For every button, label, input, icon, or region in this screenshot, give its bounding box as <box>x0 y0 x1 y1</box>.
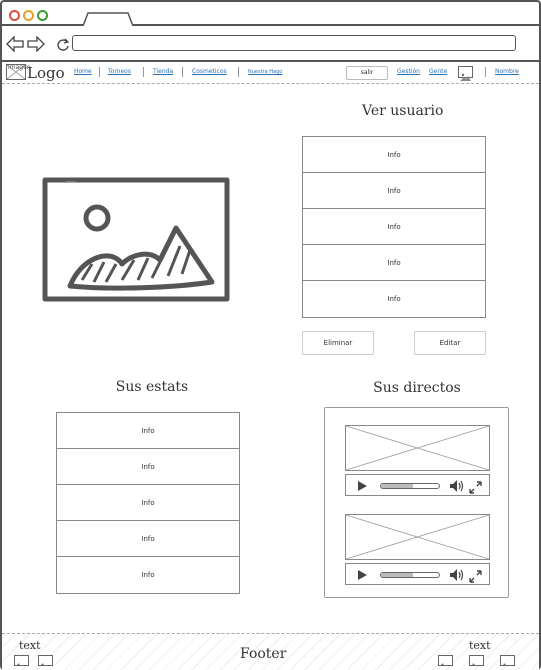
main-content: Ver usuario Info Info Info Info Info Eli… <box>2 85 539 633</box>
user-avatar-image-icon[interactable] <box>458 66 473 81</box>
play-icon[interactable] <box>358 481 367 491</box>
play-icon[interactable] <box>358 570 367 580</box>
list-item: Info <box>303 173 485 209</box>
volume-icon[interactable] <box>449 478 465 492</box>
forward-arrow-icon[interactable] <box>27 35 45 53</box>
video-progress-bar[interactable] <box>380 483 440 489</box>
close-window-icon[interactable] <box>9 10 20 21</box>
sus-estats-title: Sus estats <box>115 379 189 395</box>
back-arrow-icon[interactable] <box>6 35 24 53</box>
list-item: Info <box>387 295 401 303</box>
logo-image-icon: Imagen <box>6 64 31 80</box>
footer-image-icon[interactable] <box>14 655 29 666</box>
nav-separator <box>182 67 183 77</box>
footer-title: Footer <box>240 646 287 662</box>
list-item: Info <box>57 413 239 449</box>
browser-window: Imagen Logo Home Torneos Tienda Cosmetic… <box>0 0 541 670</box>
video-player-controls <box>345 563 490 585</box>
list-item: Info <box>303 209 485 245</box>
nav-link-gestion[interactable]: Gestión <box>397 68 420 75</box>
video-progress-fill <box>381 484 413 488</box>
minimize-window-icon[interactable] <box>23 10 34 21</box>
nav-link-torneos[interactable]: Torneos <box>108 68 131 75</box>
nav-separator <box>143 67 144 77</box>
nav-link-nombre[interactable]: Nombre <box>495 68 519 75</box>
video-placeholder[interactable] <box>345 514 490 560</box>
sus-directos-panel <box>324 407 509 598</box>
list-item: Info <box>57 485 239 521</box>
user-image-placeholder-icon <box>42 176 230 304</box>
fullscreen-icon[interactable] <box>469 568 482 583</box>
eliminar-button[interactable]: Eliminar <box>302 331 374 355</box>
list-item: Info <box>57 521 239 557</box>
browser-tab[interactable] <box>82 12 134 26</box>
nav-link-cosmeticos[interactable]: Cosmeticos <box>192 68 227 75</box>
sus-estats-list: Info Info Info Info Info <box>56 412 240 594</box>
title-bar <box>2 2 539 26</box>
nav-separator <box>99 67 100 77</box>
video-progress-fill <box>381 573 413 577</box>
nav-link-nuestra-hago[interactable]: Nuestra Hago <box>248 69 282 75</box>
nav-link-tienda[interactable]: Tienda <box>153 68 173 75</box>
footer-left-text: text <box>19 639 41 652</box>
editar-button[interactable]: Editar <box>414 331 486 355</box>
reload-icon[interactable] <box>56 37 70 51</box>
footer-image-icon[interactable] <box>438 655 453 666</box>
video-placeholder[interactable] <box>345 425 490 471</box>
video-progress-bar[interactable] <box>380 572 440 578</box>
video-player-controls <box>345 474 490 496</box>
footer-image-icon[interactable] <box>38 655 53 666</box>
nav-link-gente[interactable]: Gente <box>429 68 447 75</box>
address-bar <box>2 26 539 62</box>
sus-directos-title: Sus directos <box>373 380 461 396</box>
list-item: Info <box>141 571 155 579</box>
nav-link-home[interactable]: Home <box>74 68 92 75</box>
footer-image-icon[interactable] <box>469 655 484 666</box>
footer: text Footer text <box>2 633 539 670</box>
volume-icon[interactable] <box>449 567 465 581</box>
footer-image-icon[interactable] <box>500 655 515 666</box>
ver-usuario-title: Ver usuario <box>362 103 444 119</box>
site-navbar: Imagen Logo Home Torneos Tienda Cosmetic… <box>2 62 539 84</box>
maximize-window-icon[interactable] <box>37 10 48 21</box>
url-input[interactable] <box>72 35 516 51</box>
nav-separator <box>485 67 486 77</box>
logo-text[interactable]: Logo <box>27 64 65 82</box>
list-item: Info <box>303 245 485 281</box>
nav-separator <box>238 67 239 77</box>
salir-button[interactable]: salir <box>346 66 388 80</box>
list-item: Info <box>303 137 485 173</box>
fullscreen-icon[interactable] <box>469 479 482 494</box>
footer-right-text: text <box>469 639 491 652</box>
ver-usuario-list: Info Info Info Info Info <box>302 136 486 318</box>
list-item: Info <box>57 449 239 485</box>
